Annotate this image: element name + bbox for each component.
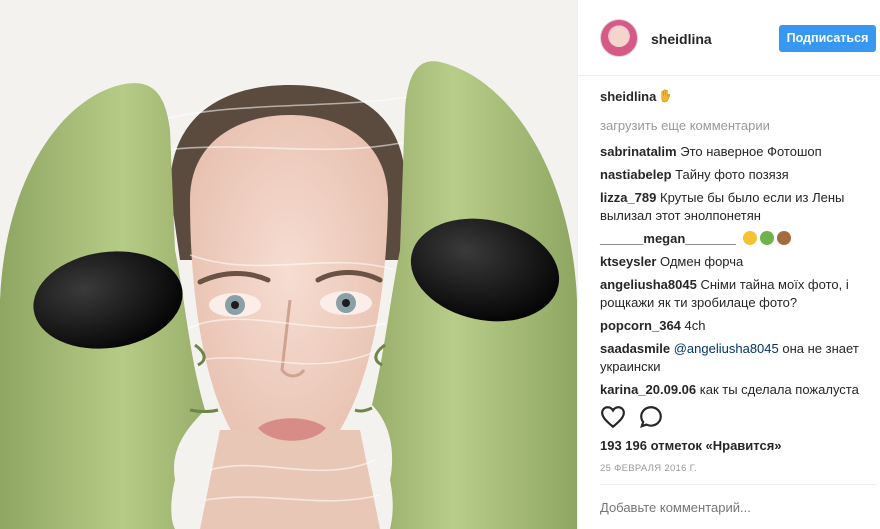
comment-username[interactable]: karina_20.09.06 <box>600 382 696 397</box>
comment-item: sabrinatalim Это наверное Фотошоп <box>600 143 876 161</box>
see-no-evil-monkey-icon <box>776 231 791 245</box>
comment-username[interactable]: saadasmile <box>600 341 670 356</box>
comment-text: 4ch <box>684 318 706 333</box>
comment-username[interactable]: popcorn_364 <box>600 318 681 333</box>
load-more-comments-link[interactable]: загрузить еще комментарии <box>600 117 876 134</box>
follow-button[interactable]: Подписаться <box>779 25 876 52</box>
comment-item: nastiabelep Тайну фото позязя <box>600 166 876 184</box>
caption-username[interactable]: sheidlina <box>600 89 656 104</box>
comment-username[interactable]: ktseysler <box>600 254 656 269</box>
heart-icon[interactable] <box>600 404 626 430</box>
post-date[interactable]: 25 ФЕВРАЛЯ 2016 Г. <box>600 463 697 474</box>
comment-icon[interactable] <box>638 404 664 430</box>
comment-username[interactable]: sabrinatalim <box>600 144 677 159</box>
comment-item: karina_20.09.06 как ты сделала пожалуста <box>600 381 876 399</box>
comment-item: ktseysler Одмен форча <box>600 253 876 271</box>
comment-username[interactable]: lizza_789 <box>600 190 656 205</box>
comment-divider <box>600 484 876 485</box>
post-image <box>0 0 577 529</box>
comment-text: как ты сделала пожалуста <box>699 382 859 397</box>
likes-count[interactable]: 193 196 отметок «Нравится» <box>600 438 782 453</box>
comment-item: angeliusha8045 Сніми тайна моїх фото, і … <box>600 276 876 312</box>
avatar-face <box>610 27 628 47</box>
grimacing-face-icon <box>742 231 757 245</box>
comments-list: sheidlina загрузить еще комментарии sabr… <box>600 88 876 404</box>
comment-item: lizza_789 Крутые бы было если из Лены вы… <box>600 189 876 225</box>
comment-username[interactable]: angeliusha8045 <box>600 277 697 292</box>
add-comment-input[interactable] <box>600 500 876 515</box>
caption: sheidlina <box>600 88 876 105</box>
waving-hand-icon <box>661 89 671 103</box>
comment-item: saadasmile @angeliusha8045 она не знает … <box>600 340 876 376</box>
post-photo[interactable] <box>0 0 577 529</box>
post-side-panel: sheidlina Подписаться sheidlina загрузит… <box>578 0 880 529</box>
comment-username[interactable]: ______megan_______ <box>600 231 736 246</box>
post-author-username[interactable]: sheidlina <box>651 31 712 47</box>
comment-username[interactable]: nastiabelep <box>600 167 672 182</box>
comment-mention[interactable]: @angeliusha8045 <box>674 341 779 356</box>
comment-item: ______megan_______ <box>600 230 876 248</box>
comment-item: popcorn_364 4ch <box>600 317 876 335</box>
comment-text: Тайну фото позязя <box>675 167 789 182</box>
alien-face-icon <box>759 231 774 245</box>
post-header: sheidlina Подписаться <box>578 0 880 76</box>
comment-text: Одмен форча <box>660 254 744 269</box>
avatar[interactable] <box>600 19 638 57</box>
comment-text: Это наверное Фотошоп <box>680 144 822 159</box>
